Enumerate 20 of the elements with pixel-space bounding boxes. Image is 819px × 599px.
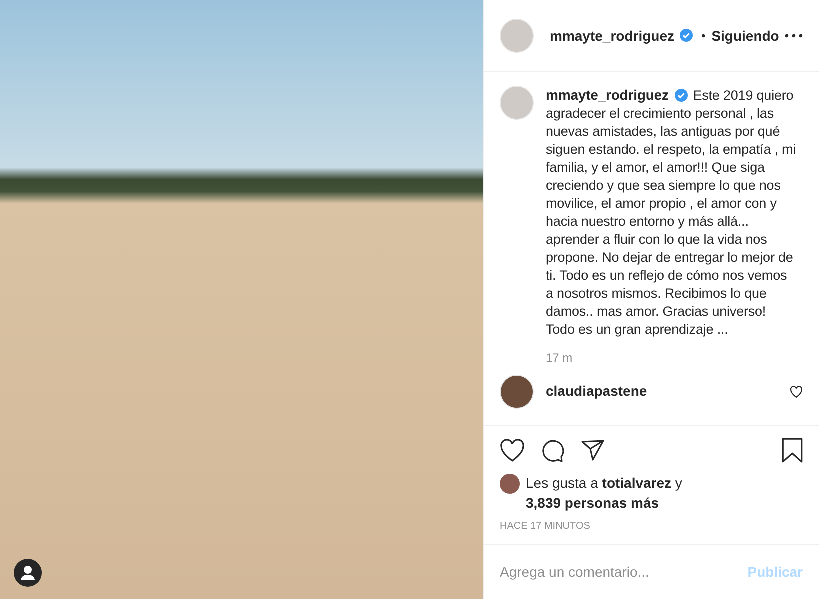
share-icon[interactable] [581,438,605,462]
comment-icon[interactable] [541,438,565,462]
caption-age: 17 m [546,351,574,365]
username-link[interactable]: totialvarez [602,475,672,491]
user-tag-icon[interactable] [14,559,42,587]
following-button[interactable]: Siguiendo [712,28,780,44]
more-options-icon[interactable] [785,34,803,38]
heart-icon[interactable] [790,386,803,398]
likes-text: Les gusta a totialvarez y 3,839 personas más [526,474,682,513]
username-link[interactable]: mmayte_rodriguez [550,28,674,44]
separator-dot: • [701,28,706,42]
bookmark-icon[interactable] [782,438,803,463]
timestamp: HACE 17 MINUTOS [499,520,592,534]
avatar[interactable] [500,474,520,494]
username-link[interactable]: claudiapastene [546,383,648,399]
likes-count-link[interactable]: 3,839 personas más [526,495,660,511]
heart-icon[interactable] [500,439,525,462]
caption-text: mmayte_rodriguez Este 2019 quiero agradecer el crecimiento personal , las nuevas amistades, las antiguas por qué siguen estando. el respeto, la empatía , mi familia, y el amor, el amor!!! Que siga creciendo y que sea siempre lo que nos movilice, el amor propio , el amor con y hacia nuestro entorno y más allá... aprender a fluir con lo que la vida nos propone. No dejar de entregar lo mejor de ti. Todo es un reflejo de cómo nos vemos a nosotros mismos. Recibimos lo que damos.. mas amor. Gracias universo! Todo es un gran aprendizaje ... [546,86,797,339]
avatar[interactable] [500,375,534,409]
username-link[interactable]: mmayte_rodriguez [546,87,669,103]
